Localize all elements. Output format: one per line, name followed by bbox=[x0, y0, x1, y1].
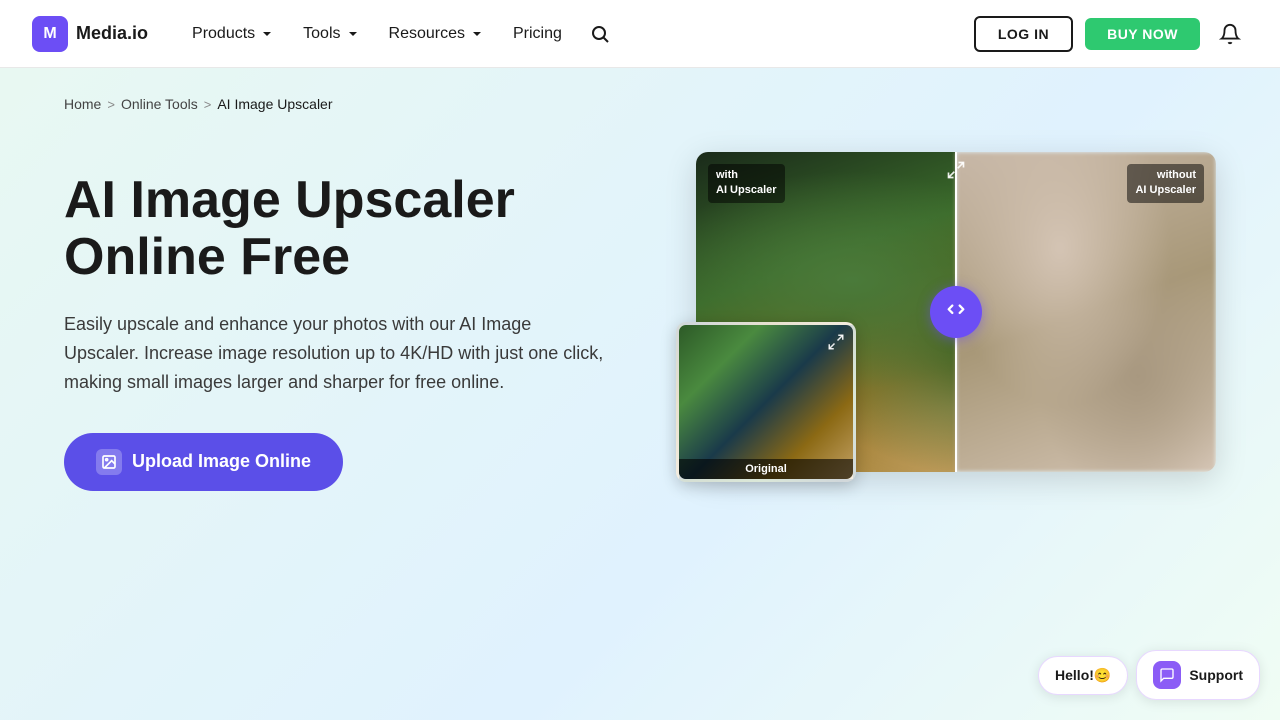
search-icon bbox=[590, 24, 610, 44]
navigation: M Media.io Products Tools Resources Pric… bbox=[0, 0, 1280, 68]
buy-button[interactable]: BUY NOW bbox=[1085, 18, 1200, 50]
breadcrumb-sep1: > bbox=[107, 97, 115, 112]
chat-widget: Hello!😊 Support bbox=[1038, 650, 1260, 700]
notification-bell[interactable] bbox=[1212, 16, 1248, 52]
expand-icon bbox=[946, 160, 966, 180]
upload-icon bbox=[101, 454, 117, 470]
chat-hello: Hello!😊 bbox=[1038, 656, 1128, 695]
chevron-down-icon bbox=[469, 26, 485, 42]
hero-left: AI Image Upscaler Online Free Easily ups… bbox=[64, 152, 656, 491]
expand-icon bbox=[827, 333, 845, 351]
main-content: Home > Online Tools > AI Image Upscaler … bbox=[0, 68, 1280, 720]
nav-tools[interactable]: Tools bbox=[291, 17, 372, 51]
breadcrumb-online-tools[interactable]: Online Tools bbox=[121, 96, 198, 112]
search-button[interactable] bbox=[582, 16, 618, 52]
page-title: AI Image Upscaler Online Free bbox=[64, 172, 656, 286]
nav-products[interactable]: Products bbox=[180, 17, 287, 51]
chevron-down-icon bbox=[345, 26, 361, 42]
chevron-down-icon bbox=[259, 26, 275, 42]
hero-description: Easily upscale and enhance your photos w… bbox=[64, 310, 604, 396]
login-button[interactable]: LOG IN bbox=[974, 16, 1073, 52]
breadcrumb: Home > Online Tools > AI Image Upscaler bbox=[0, 68, 1280, 112]
chat-icon bbox=[1153, 661, 1181, 689]
original-thumbnail: Original bbox=[676, 322, 856, 482]
chat-support-button[interactable]: Support bbox=[1136, 650, 1260, 700]
breadcrumb-sep2: > bbox=[204, 97, 212, 112]
nav-resources[interactable]: Resources bbox=[377, 17, 497, 51]
expand-top-icon[interactable] bbox=[946, 160, 966, 185]
comparison-label-without: without AI Upscaler bbox=[1127, 164, 1204, 203]
expand-thumb-icon[interactable] bbox=[827, 333, 845, 356]
image-comparison: with AI Upscaler without AI Upscaler bbox=[696, 152, 1216, 472]
comparison-handle[interactable] bbox=[930, 286, 982, 338]
message-icon bbox=[1159, 667, 1175, 683]
logo-icon: M bbox=[32, 16, 68, 52]
original-label: Original bbox=[679, 459, 853, 479]
upload-icon-wrap bbox=[96, 449, 122, 475]
nav-pricing[interactable]: Pricing bbox=[501, 17, 574, 51]
comparison-label-with: with AI Upscaler bbox=[708, 164, 785, 203]
nav-actions: LOG IN BUY NOW bbox=[974, 16, 1248, 52]
hero-section: AI Image Upscaler Online Free Easily ups… bbox=[0, 112, 1280, 491]
arrows-icon bbox=[945, 301, 967, 323]
logo[interactable]: M Media.io bbox=[32, 16, 148, 52]
bell-icon bbox=[1219, 23, 1241, 45]
upload-button[interactable]: Upload Image Online bbox=[64, 433, 343, 491]
support-label: Support bbox=[1189, 667, 1243, 683]
breadcrumb-home[interactable]: Home bbox=[64, 96, 101, 112]
logo-text: Media.io bbox=[76, 23, 148, 44]
nav-links: Products Tools Resources Pricing bbox=[180, 16, 974, 52]
breadcrumb-current: AI Image Upscaler bbox=[217, 96, 332, 112]
